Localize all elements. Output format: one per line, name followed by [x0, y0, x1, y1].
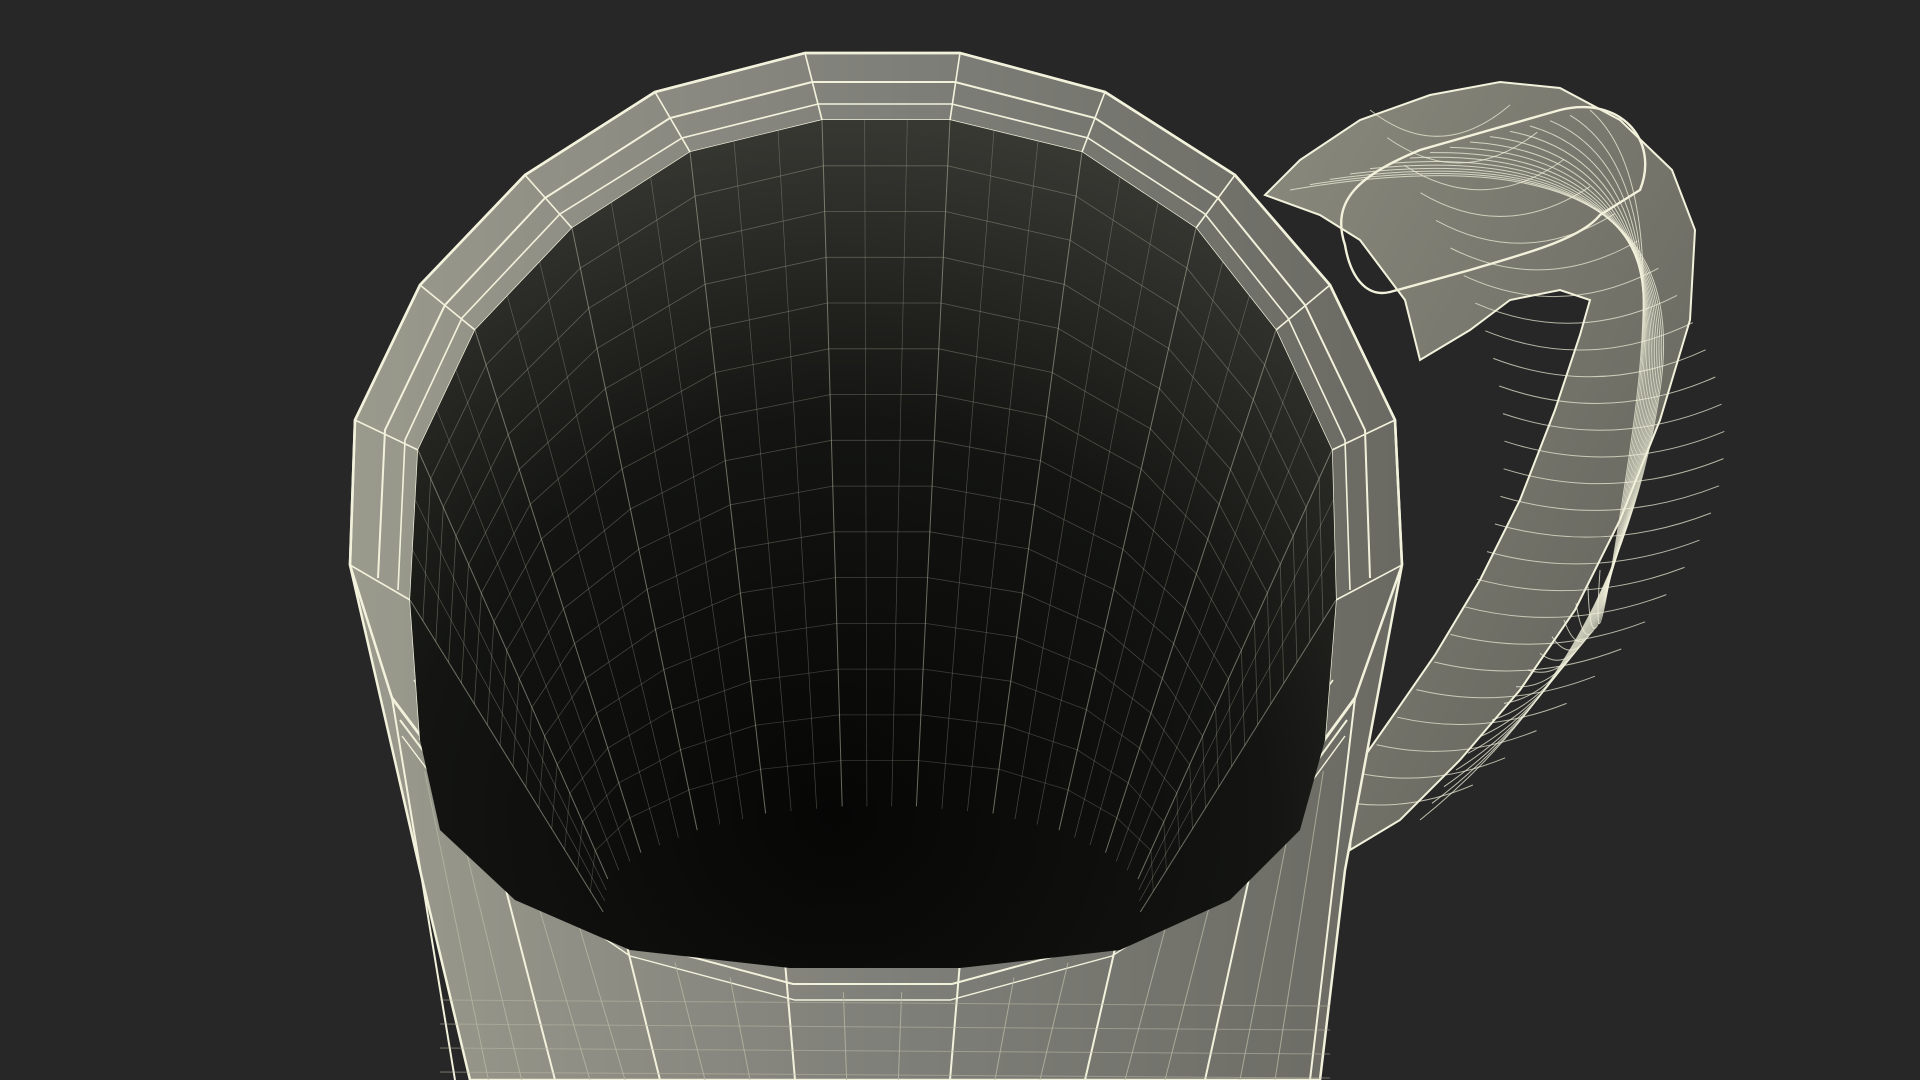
3d-viewport[interactable]	[0, 0, 1920, 1080]
mug-wireframe-render	[348, 51, 1725, 1080]
